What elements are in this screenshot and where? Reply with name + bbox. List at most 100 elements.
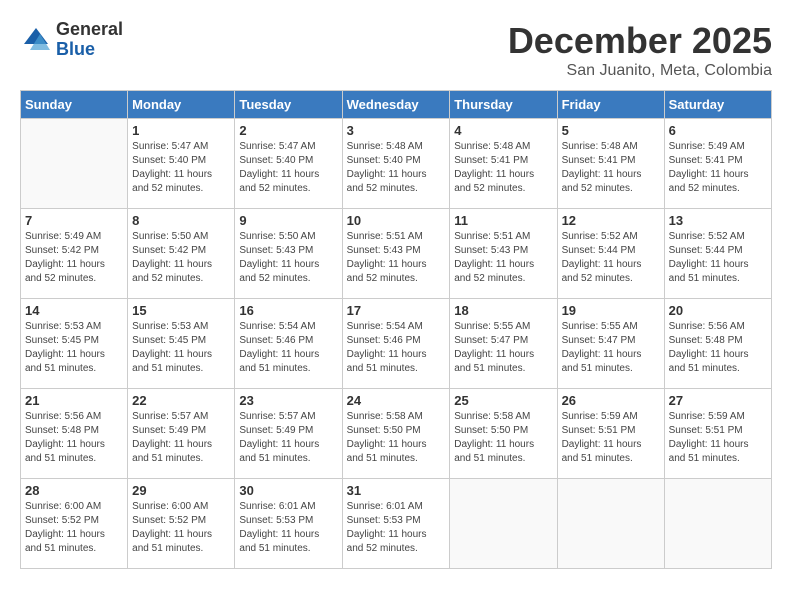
logo-icon — [20, 24, 52, 56]
calendar-cell: 11 Sunrise: 5:51 AM Sunset: 5:43 PM Dayli… — [450, 209, 557, 299]
day-info: Sunrise: 5:51 AM Sunset: 5:43 PM Dayligh… — [347, 230, 446, 286]
day-number: 19 — [562, 303, 660, 318]
calendar-day-header: Monday — [128, 91, 235, 119]
day-info: Sunrise: 5:54 AM Sunset: 5:46 PM Dayligh… — [239, 320, 337, 376]
calendar-cell: 14 Sunrise: 5:53 AM Sunset: 5:45 PM Dayli… — [21, 299, 128, 389]
day-info: Sunrise: 5:48 AM Sunset: 5:41 PM Dayligh… — [454, 140, 552, 196]
day-number: 28 — [25, 483, 123, 498]
calendar-cell: 30 Sunrise: 6:01 AM Sunset: 5:53 PM Dayli… — [235, 479, 342, 569]
day-number: 25 — [454, 393, 552, 408]
calendar-cell: 22 Sunrise: 5:57 AM Sunset: 5:49 PM Dayli… — [128, 389, 235, 479]
calendar-day-header: Friday — [557, 91, 664, 119]
calendar-cell: 24Sunrise: 5:58 AM Sunset: 5:50 PM Dayli… — [342, 389, 450, 479]
day-number: 23 — [239, 393, 337, 408]
calendar-cell: 18 Sunrise: 5:55 AM Sunset: 5:47 PM Dayli… — [450, 299, 557, 389]
calendar-cell — [664, 479, 771, 569]
day-info: Sunrise: 5:53 AM Sunset: 5:45 PM Dayligh… — [132, 320, 230, 376]
calendar-cell: 2Sunrise: 5:47 AM Sunset: 5:40 PM Daylig… — [235, 119, 342, 209]
calendar-cell: 29 Sunrise: 6:00 AM Sunset: 5:52 PM Dayli… — [128, 479, 235, 569]
day-number: 21 — [25, 393, 123, 408]
day-number: 4 — [454, 123, 552, 138]
day-number: 12 — [562, 213, 660, 228]
day-number: 30 — [239, 483, 337, 498]
calendar-cell: 8Sunrise: 5:50 AM Sunset: 5:42 PM Daylig… — [128, 209, 235, 299]
calendar-cell — [21, 119, 128, 209]
calendar-cell: 25 Sunrise: 5:58 AM Sunset: 5:50 PM Dayli… — [450, 389, 557, 479]
day-number: 10 — [347, 213, 446, 228]
location-subtitle: San Juanito, Meta, Colombia — [508, 62, 772, 80]
day-number: 16 — [239, 303, 337, 318]
calendar-day-header: Thursday — [450, 91, 557, 119]
calendar-cell: 19 Sunrise: 5:55 AM Sunset: 5:47 PM Dayli… — [557, 299, 664, 389]
calendar-cell: 4 Sunrise: 5:48 AM Sunset: 5:41 PM Daylig… — [450, 119, 557, 209]
calendar-cell: 15 Sunrise: 5:53 AM Sunset: 5:45 PM Dayli… — [128, 299, 235, 389]
day-number: 31 — [347, 483, 446, 498]
calendar-cell: 10 Sunrise: 5:51 AM Sunset: 5:43 PM Dayli… — [342, 209, 450, 299]
day-info: Sunrise: 5:59 AM Sunset: 5:51 PM Dayligh… — [669, 410, 767, 466]
day-number: 29 — [132, 483, 230, 498]
day-info: Sunrise: 5:51 AM Sunset: 5:43 PM Dayligh… — [454, 230, 552, 286]
calendar-day-header: Sunday — [21, 91, 128, 119]
day-number: 24 — [347, 393, 446, 408]
logo-text: General Blue — [56, 20, 123, 60]
day-info: Sunrise: 5:53 AM Sunset: 5:45 PM Dayligh… — [25, 320, 123, 376]
calendar-header-row: SundayMondayTuesdayWednesdayThursdayFrid… — [21, 91, 772, 119]
day-number: 11 — [454, 213, 552, 228]
title-area: December 2025 San Juanito, Meta, Colombi… — [508, 20, 772, 80]
calendar-cell: 27 Sunrise: 5:59 AM Sunset: 5:51 PM Dayli… — [664, 389, 771, 479]
day-number: 27 — [669, 393, 767, 408]
day-info: Sunrise: 5:48 AM Sunset: 5:41 PM Dayligh… — [562, 140, 660, 196]
day-info: Sunrise: 6:01 AM Sunset: 5:53 PM Dayligh… — [347, 500, 446, 556]
calendar-week-row: 1Sunrise: 5:47 AM Sunset: 5:40 PM Daylig… — [21, 119, 772, 209]
calendar-cell: 3Sunrise: 5:48 AM Sunset: 5:40 PM Daylig… — [342, 119, 450, 209]
day-info: Sunrise: 6:00 AM Sunset: 5:52 PM Dayligh… — [132, 500, 230, 556]
calendar-cell: 17 Sunrise: 5:54 AM Sunset: 5:46 PM Dayli… — [342, 299, 450, 389]
calendar-cell: 13Sunrise: 5:52 AM Sunset: 5:44 PM Dayli… — [664, 209, 771, 299]
day-info: Sunrise: 5:48 AM Sunset: 5:40 PM Dayligh… — [347, 140, 446, 196]
day-info: Sunrise: 5:49 AM Sunset: 5:42 PM Dayligh… — [25, 230, 123, 286]
day-info: Sunrise: 5:52 AM Sunset: 5:44 PM Dayligh… — [562, 230, 660, 286]
day-info: Sunrise: 5:59 AM Sunset: 5:51 PM Dayligh… — [562, 410, 660, 466]
day-number: 9 — [239, 213, 337, 228]
day-info: Sunrise: 5:57 AM Sunset: 5:49 PM Dayligh… — [239, 410, 337, 466]
day-number: 14 — [25, 303, 123, 318]
day-number: 22 — [132, 393, 230, 408]
calendar-cell: 16 Sunrise: 5:54 AM Sunset: 5:46 PM Dayli… — [235, 299, 342, 389]
calendar-week-row: 28 Sunrise: 6:00 AM Sunset: 5:52 PM Dayli… — [21, 479, 772, 569]
day-number: 17 — [347, 303, 446, 318]
day-info: Sunrise: 5:55 AM Sunset: 5:47 PM Dayligh… — [562, 320, 660, 376]
calendar-cell: 23 Sunrise: 5:57 AM Sunset: 5:49 PM Dayli… — [235, 389, 342, 479]
day-info: Sunrise: 5:47 AM Sunset: 5:40 PM Dayligh… — [239, 140, 337, 196]
calendar-cell: 7 Sunrise: 5:49 AM Sunset: 5:42 PM Daylig… — [21, 209, 128, 299]
page-header: General Blue December 2025 San Juanito, … — [20, 20, 772, 80]
calendar-week-row: 14 Sunrise: 5:53 AM Sunset: 5:45 PM Dayli… — [21, 299, 772, 389]
day-info: Sunrise: 5:58 AM Sunset: 5:50 PM Dayligh… — [454, 410, 552, 466]
calendar-week-row: 21Sunrise: 5:56 AM Sunset: 5:48 PM Dayli… — [21, 389, 772, 479]
calendar-cell: 26Sunrise: 5:59 AM Sunset: 5:51 PM Dayli… — [557, 389, 664, 479]
day-info: Sunrise: 5:50 AM Sunset: 5:43 PM Dayligh… — [239, 230, 337, 286]
day-info: Sunrise: 6:01 AM Sunset: 5:53 PM Dayligh… — [239, 500, 337, 556]
day-info: Sunrise: 5:56 AM Sunset: 5:48 PM Dayligh… — [669, 320, 767, 376]
day-number: 7 — [25, 213, 123, 228]
calendar-week-row: 7 Sunrise: 5:49 AM Sunset: 5:42 PM Daylig… — [21, 209, 772, 299]
month-title: December 2025 — [508, 20, 772, 62]
day-info: Sunrise: 5:57 AM Sunset: 5:49 PM Dayligh… — [132, 410, 230, 466]
logo-blue-text: Blue — [56, 40, 123, 60]
calendar-cell: 6Sunrise: 5:49 AM Sunset: 5:41 PM Daylig… — [664, 119, 771, 209]
calendar-cell: 9 Sunrise: 5:50 AM Sunset: 5:43 PM Daylig… — [235, 209, 342, 299]
calendar-cell: 20Sunrise: 5:56 AM Sunset: 5:48 PM Dayli… — [664, 299, 771, 389]
logo-general-text: General — [56, 20, 123, 40]
day-info: Sunrise: 5:52 AM Sunset: 5:44 PM Dayligh… — [669, 230, 767, 286]
day-info: Sunrise: 6:00 AM Sunset: 5:52 PM Dayligh… — [25, 500, 123, 556]
calendar-day-header: Wednesday — [342, 91, 450, 119]
calendar-table: SundayMondayTuesdayWednesdayThursdayFrid… — [20, 90, 772, 569]
calendar-day-header: Saturday — [664, 91, 771, 119]
day-number: 15 — [132, 303, 230, 318]
logo: General Blue — [20, 20, 123, 60]
day-info: Sunrise: 5:49 AM Sunset: 5:41 PM Dayligh… — [669, 140, 767, 196]
day-info: Sunrise: 5:54 AM Sunset: 5:46 PM Dayligh… — [347, 320, 446, 376]
calendar-cell: 28 Sunrise: 6:00 AM Sunset: 5:52 PM Dayli… — [21, 479, 128, 569]
day-info: Sunrise: 5:55 AM Sunset: 5:47 PM Dayligh… — [454, 320, 552, 376]
day-number: 5 — [562, 123, 660, 138]
day-number: 18 — [454, 303, 552, 318]
